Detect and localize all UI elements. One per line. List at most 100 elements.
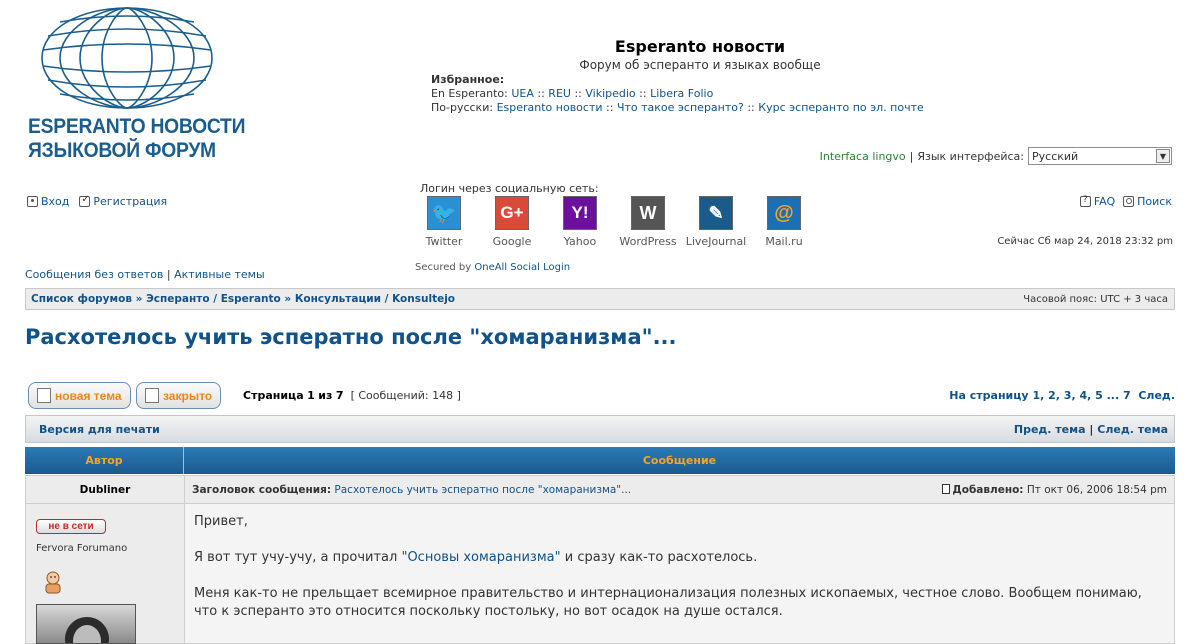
interface-lingvo-link[interactable]: Interfaca lingvo [820, 150, 906, 163]
livejournal-icon[interactable]: ✎ [699, 196, 733, 230]
page-link-3[interactable]: 3 [1064, 389, 1072, 402]
logo-text-line1[interactable]: ESPERANTO НОВОСТИ [28, 115, 245, 139]
favorites-label: Избранное: [431, 73, 505, 86]
page-link-2[interactable]: 2 [1048, 389, 1056, 402]
pagination: На страницу 1, 2, 3, 4, 5 ... 7 След. [949, 389, 1175, 402]
social-label-google: Google [492, 235, 532, 248]
link-reu[interactable]: REU [548, 87, 571, 100]
homaranismo-link[interactable]: "Основы хомаранизма" [401, 550, 560, 565]
post-author[interactable]: Dubliner [26, 476, 185, 503]
login-icon [27, 196, 38, 207]
social-login-label: Логин через социальную сеть: [420, 182, 599, 195]
breadcrumb-forum-index[interactable]: Список форумов [31, 293, 132, 305]
language-select[interactable]: Русский ▼ [1028, 147, 1172, 165]
oneall-link[interactable]: OneAll Social Login [474, 262, 570, 273]
social-wordpress[interactable]: W WordPress [613, 196, 683, 248]
faq-link[interactable]: FAQ [1079, 195, 1115, 208]
link-email-course[interactable]: Курс эсперанто по эл. почте [758, 101, 924, 114]
topic-nav-divider: | [1089, 422, 1094, 436]
logo-text-line2[interactable]: ЯЗЫКОВОЙ ФОРУМ [28, 139, 216, 163]
locked-button[interactable]: закрыто [136, 382, 222, 409]
separator: :: [537, 87, 545, 100]
wordpress-icon[interactable]: W [631, 196, 665, 230]
google-plus-icon[interactable]: G+ [495, 196, 529, 230]
language-selected-value: Русский [1032, 149, 1079, 163]
next-page-link[interactable]: След. [1138, 389, 1175, 402]
page-link-4[interactable]: 4 [1079, 389, 1087, 402]
login-label[interactable]: Вход [41, 195, 69, 208]
register-label[interactable]: Регистрация [93, 195, 167, 208]
page-current: 1 [307, 389, 315, 402]
social-livejournal[interactable]: ✎ LiveJournal [681, 196, 751, 248]
post-date-line: Добавлено: Пт окт 06, 2006 18:54 pm [942, 483, 1167, 496]
twitter-icon[interactable]: 🐦 [427, 196, 461, 230]
post-paragraph-3: Меня как-то не прельщает всемирное прави… [194, 586, 1142, 619]
social-label-wordpress: WordPress [619, 235, 677, 248]
link-libera-folio[interactable]: Libera Folio [650, 87, 713, 100]
secured-prefix: Secured by [415, 262, 472, 273]
pagination-ellipsis: ... [1106, 389, 1120, 402]
site-description: Форум об эсперанто и языках вообще [579, 58, 821, 72]
breadcrumb-esperanto[interactable]: Эсперанто / Esperanto [146, 293, 281, 305]
current-time: Сейчас Сб мар 24, 2018 23:32 pm [997, 236, 1173, 247]
post-body-row: не в сети Fervora Forumano Привет, Я вот… [25, 504, 1175, 644]
new-topic-button[interactable]: новая тема [28, 382, 131, 409]
logo-globe-icon[interactable] [38, 2, 216, 117]
register-link[interactable]: Регистрация [79, 194, 167, 208]
page-link-7[interactable]: 7 [1123, 389, 1131, 402]
timezone-label: Часовой пояс: UTC + 3 часа [1023, 293, 1168, 305]
col-author: Автор [25, 447, 184, 474]
post-icon[interactable] [942, 483, 951, 494]
separator: :: [639, 87, 647, 100]
link-uea[interactable]: UEA [511, 87, 534, 100]
page-link-1[interactable]: 1 [1032, 389, 1040, 402]
link-vikipedio[interactable]: Vikipedio [585, 87, 635, 100]
mailru-icon[interactable]: @ [767, 196, 801, 230]
separator: :: [747, 101, 755, 114]
login-link[interactable]: Вход [27, 195, 69, 208]
added-label: Добавлено: [952, 483, 1024, 496]
post-subject-line: Заголовок сообщения: Расхотелось учить э… [192, 484, 631, 496]
social-label-yahoo: Yahoo [563, 235, 597, 248]
post-subject-link[interactable]: Расхотелось учить эсператно после "хомар… [334, 484, 631, 496]
breadcrumb-sep: » [135, 293, 143, 305]
search-label[interactable]: Поиск [1137, 195, 1172, 208]
print-bar: Версия для печати Пред. тема | След. тем… [25, 415, 1175, 443]
topic-title[interactable]: Расхотелось учить эсператно после "хомар… [25, 325, 677, 349]
status-badge: не в сети [36, 519, 106, 534]
social-label-livejournal: LiveJournal [685, 235, 747, 248]
avatar [36, 604, 136, 644]
quicklinks-divider: | [166, 268, 171, 281]
breadcrumb-bar: Список форумов » Эсперанто / Esperanto »… [25, 288, 1175, 310]
favorites-esperanto-row: En Esperanto: UEA :: REU :: Vikipedio ::… [431, 87, 713, 100]
rank-person-icon [40, 569, 66, 598]
link-esperanto-novosti[interactable]: Esperanto новости [497, 101, 603, 114]
breadcrumb-konsultejo[interactable]: Консультации / Konsultejo [295, 293, 455, 305]
active-topics-link[interactable]: Активные темы [174, 268, 265, 281]
faq-icon [1079, 195, 1091, 207]
social-google[interactable]: G+ Google [477, 196, 547, 248]
site-title: Esperanto новости [614, 37, 786, 56]
yahoo-icon[interactable]: Y! [563, 196, 597, 230]
unanswered-posts-link[interactable]: Сообщения без ответов [25, 268, 163, 281]
tool-links: FAQ Поиск [1079, 195, 1172, 208]
social-mailru[interactable]: @ Mail.ru [749, 196, 819, 248]
faq-label[interactable]: FAQ [1094, 195, 1115, 208]
link-what-is-esperanto[interactable]: Что такое эсперанто? [617, 101, 744, 114]
post-profile: не в сети Fervora Forumano [26, 504, 185, 644]
breadcrumb: Список форумов » Эсперанто / Esperanto »… [31, 293, 455, 305]
next-topic-link[interactable]: След. тема [1097, 423, 1168, 436]
page-total: 7 [335, 389, 344, 402]
social-twitter[interactable]: 🐦 Twitter [409, 196, 479, 248]
post-greeting: Привет, [194, 514, 248, 529]
user-rank: Fervora Forumano [36, 543, 128, 554]
prev-topic-link[interactable]: Пред. тема [1014, 423, 1086, 436]
search-link[interactable]: Поиск [1123, 195, 1172, 208]
social-yahoo[interactable]: Y! Yahoo [545, 196, 615, 248]
page-info: Страница 1 из 7 [ Сообщений: 148 ] [243, 389, 461, 402]
print-view-link[interactable]: Версия для печати [39, 423, 160, 436]
page-link-5[interactable]: 5 [1095, 389, 1103, 402]
page-prefix: Страница [243, 389, 304, 402]
chevron-down-icon[interactable]: ▼ [1156, 149, 1170, 163]
quick-links: Сообщения без ответов | Активные темы [25, 268, 265, 281]
